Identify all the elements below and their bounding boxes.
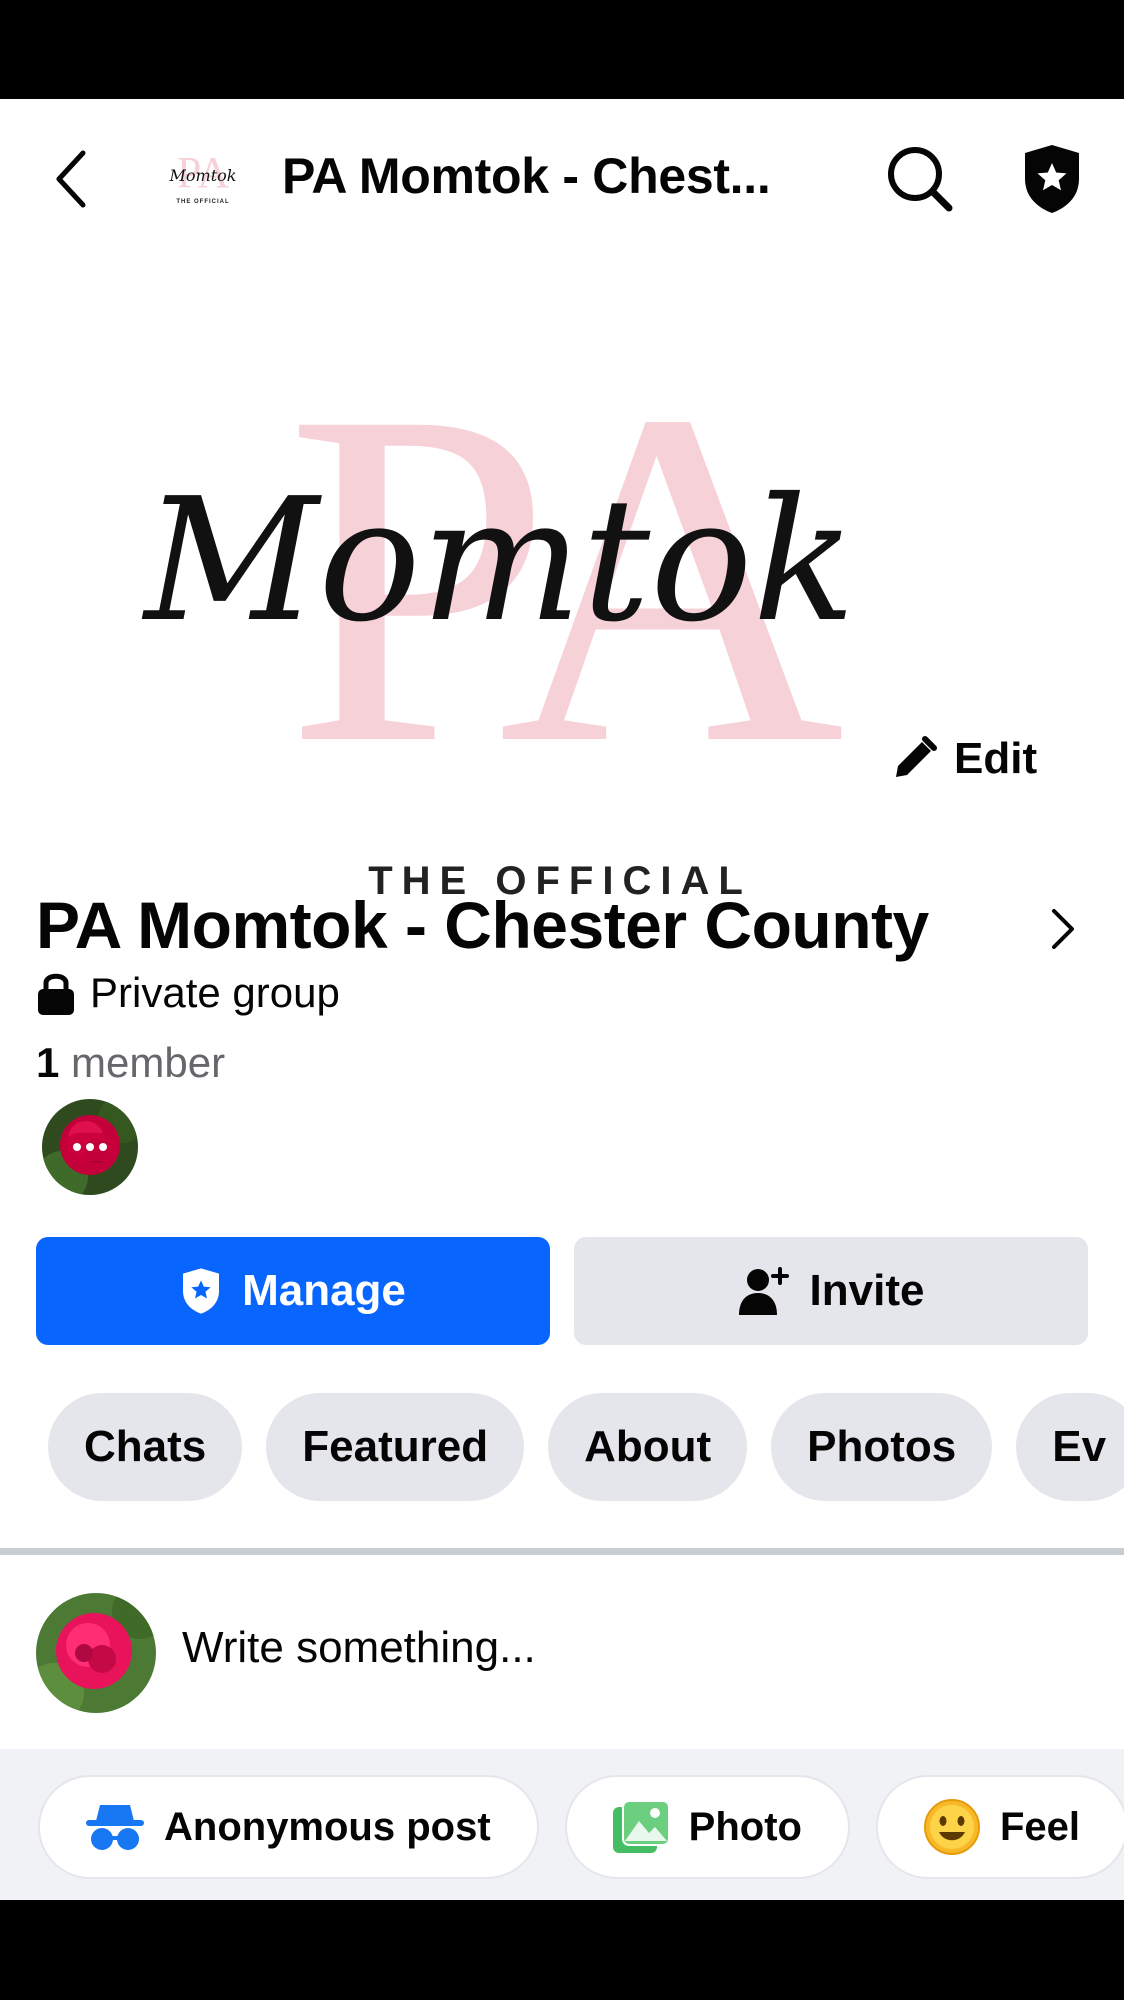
add-person-icon: [738, 1267, 789, 1315]
pencil-icon: [896, 736, 937, 777]
section-divider: [0, 1548, 1124, 1555]
group-tabs: Chats Featured About Photos Ev: [48, 1393, 1124, 1501]
smiley-icon: [923, 1799, 980, 1855]
incognito-icon: [86, 1805, 144, 1850]
composer-input[interactable]: Write something...: [182, 1623, 536, 1673]
chevron-left-icon: [56, 150, 86, 208]
tab-chats[interactable]: Chats: [48, 1393, 243, 1501]
photo-icon: [612, 1800, 670, 1853]
more-icon: [64, 1133, 116, 1161]
top-nav: PA Momtok THE OFFICIAL PA Momtok - Chest…: [0, 99, 1124, 249]
photo-chip[interactable]: Photo: [564, 1775, 850, 1879]
manage-label: Manage: [242, 1266, 406, 1315]
group-page: PA Momtok THE OFFICIAL PA Momtok - Chest…: [0, 99, 1124, 1900]
member-label: member: [71, 1039, 226, 1086]
shield-star-icon: [1025, 145, 1079, 213]
member-count: 1: [36, 1039, 60, 1086]
thumb-caption-text: THE OFFICIAL: [176, 199, 229, 205]
home-indicator-bar: [0, 1900, 1124, 2000]
anonymous-post-chip[interactable]: Anonymous post: [38, 1775, 539, 1879]
privacy-label: Private group: [90, 969, 340, 1016]
manage-button[interactable]: Manage: [36, 1237, 550, 1345]
composer-chips: Anonymous post Photo Feel: [38, 1775, 1124, 1879]
privacy-row[interactable]: Private group: [36, 969, 340, 1017]
group-name[interactable]: PA Momtok - Chester County: [36, 887, 929, 963]
search-button[interactable]: [880, 139, 960, 219]
nav-title[interactable]: PA Momtok - Chest...: [282, 147, 771, 205]
admin-tools-button[interactable]: [1012, 137, 1092, 221]
user-avatar[interactable]: [36, 1593, 156, 1713]
thumb-script-text: Momtok: [169, 166, 237, 185]
tab-featured[interactable]: Featured: [266, 1393, 525, 1501]
status-bar: [0, 0, 1124, 99]
group-thumbnail[interactable]: PA Momtok THE OFFICIAL: [160, 147, 246, 209]
cover-photo: PA Momtok THE OFFICIAL: [0, 259, 1124, 939]
photo-label: Photo: [688, 1804, 802, 1849]
anonymous-post-label: Anonymous post: [164, 1804, 491, 1849]
member-count-row[interactable]: 1 member: [36, 1039, 225, 1087]
search-icon: [888, 147, 953, 212]
invite-button[interactable]: Invite: [574, 1237, 1088, 1345]
cover-script: Momtok: [141, 462, 855, 660]
edit-label: Edit: [954, 734, 1038, 783]
group-details-button[interactable]: [1040, 899, 1086, 959]
shield-star-icon: [183, 1268, 220, 1314]
back-button[interactable]: [40, 139, 100, 219]
member-avatar[interactable]: [42, 1099, 138, 1195]
lock-icon: [38, 973, 74, 1015]
tab-events[interactable]: Ev: [1016, 1393, 1124, 1501]
chevron-right-icon: [1052, 909, 1074, 949]
edit-cover-button[interactable]: Edit: [868, 719, 1060, 799]
feeling-chip[interactable]: Feel: [875, 1775, 1124, 1879]
feeling-label: Feel: [999, 1804, 1081, 1849]
tab-photos[interactable]: Photos: [771, 1393, 993, 1501]
tab-about[interactable]: About: [548, 1393, 748, 1501]
invite-label: Invite: [809, 1266, 925, 1315]
